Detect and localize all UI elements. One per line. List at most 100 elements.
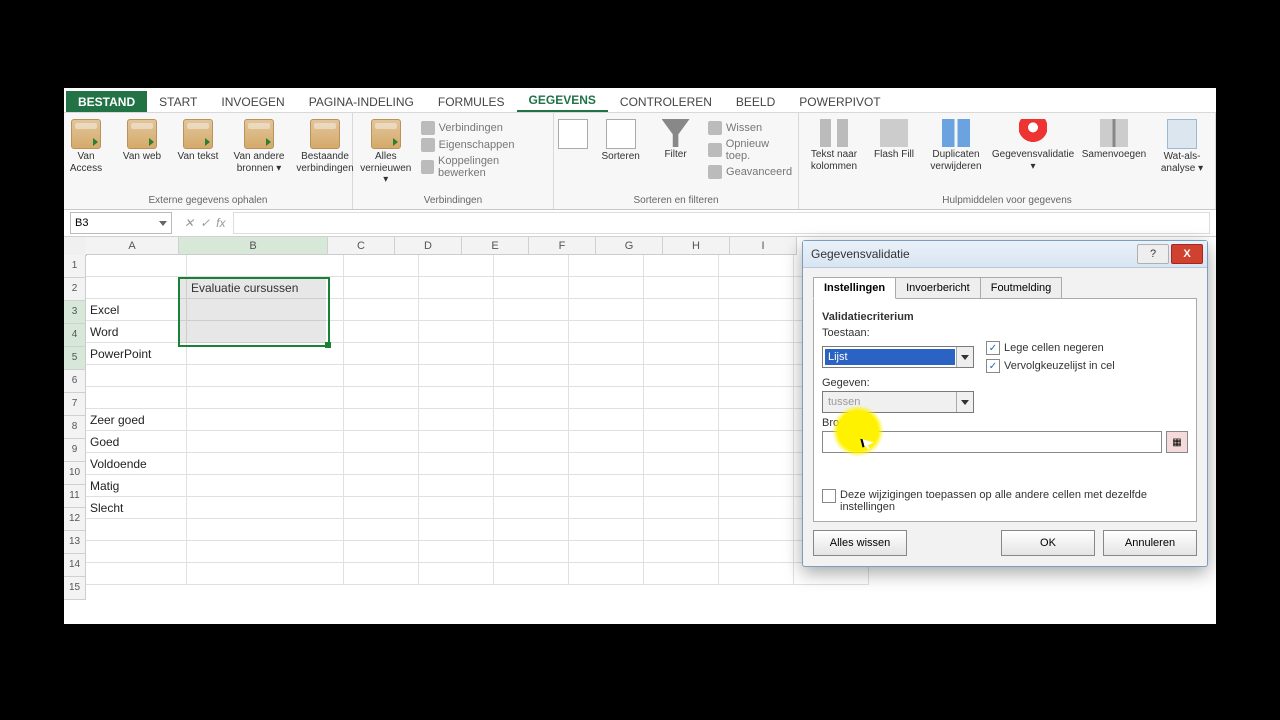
- cell-D13[interactable]: [419, 519, 494, 541]
- combo-toestaan[interactable]: Lijst: [822, 346, 974, 368]
- col-header-D[interactable]: D: [395, 237, 462, 255]
- cell-B13[interactable]: [187, 519, 344, 541]
- btn-van-tekst[interactable]: Van tekst: [171, 117, 225, 165]
- cell-G13[interactable]: [644, 519, 719, 541]
- cell-D11[interactable]: [419, 475, 494, 497]
- cell-H2[interactable]: [719, 277, 794, 299]
- cell-F6[interactable]: [569, 365, 644, 387]
- btn-gegevensvalidatie[interactable]: Gegevensvalidatie ▾: [991, 117, 1075, 174]
- chk-lege-cellen-negeren[interactable]: ✓Lege cellen negeren: [986, 341, 1115, 355]
- cell-C15[interactable]: [344, 563, 419, 585]
- row-header-13[interactable]: 13: [64, 531, 86, 554]
- cell-D14[interactable]: [419, 541, 494, 563]
- btn-wissen[interactable]: Wissen: [708, 121, 795, 135]
- tab-formules[interactable]: FORMULES: [426, 91, 517, 112]
- dlg-tab-foutmelding[interactable]: Foutmelding: [980, 277, 1063, 299]
- cell-B3[interactable]: [187, 299, 344, 321]
- cell-H7[interactable]: [719, 387, 794, 409]
- col-header-C[interactable]: C: [328, 237, 395, 255]
- cell-E1[interactable]: [494, 255, 569, 277]
- cell-E15[interactable]: [494, 563, 569, 585]
- cell-F8[interactable]: [569, 409, 644, 431]
- cell-G1[interactable]: [644, 255, 719, 277]
- tab-start[interactable]: START: [147, 91, 209, 112]
- cell-E3[interactable]: [494, 299, 569, 321]
- cell-D3[interactable]: [419, 299, 494, 321]
- cell-A9[interactable]: Goed: [86, 431, 187, 453]
- cell-D9[interactable]: [419, 431, 494, 453]
- btn-wat-als-analyse[interactable]: Wat-als-analyse ▾: [1153, 117, 1211, 176]
- cell-F2[interactable]: [569, 277, 644, 299]
- row-header-9[interactable]: 9: [64, 439, 86, 462]
- cell-B1[interactable]: [187, 255, 344, 277]
- cell-F7[interactable]: [569, 387, 644, 409]
- cell-A11[interactable]: Matig: [86, 475, 187, 497]
- cell-G6[interactable]: [644, 365, 719, 387]
- row-header-5[interactable]: 5: [64, 347, 86, 370]
- cell-B7[interactable]: [187, 387, 344, 409]
- col-header-G[interactable]: G: [596, 237, 663, 255]
- cell-F13[interactable]: [569, 519, 644, 541]
- cell-B14[interactable]: [187, 541, 344, 563]
- tab-pagina-indeling[interactable]: PAGINA-INDELING: [297, 91, 426, 112]
- cell-H4[interactable]: [719, 321, 794, 343]
- cell-C2[interactable]: [344, 277, 419, 299]
- cell-C3[interactable]: [344, 299, 419, 321]
- tab-file[interactable]: BESTAND: [66, 91, 147, 112]
- btn-geavanceerd[interactable]: Geavanceerd: [708, 165, 795, 179]
- cell-H12[interactable]: [719, 497, 794, 519]
- cell-A1[interactable]: [86, 255, 187, 277]
- btn-ok[interactable]: OK: [1001, 530, 1095, 556]
- cell-F9[interactable]: [569, 431, 644, 453]
- cell-H11[interactable]: [719, 475, 794, 497]
- cell-H3[interactable]: [719, 299, 794, 321]
- row-header-10[interactable]: 10: [64, 462, 86, 485]
- cell-B12[interactable]: [187, 497, 344, 519]
- cell-B15[interactable]: [187, 563, 344, 585]
- cell-D4[interactable]: [419, 321, 494, 343]
- cell-A15[interactable]: [86, 563, 187, 585]
- cell-D2[interactable]: [419, 277, 494, 299]
- cell-H13[interactable]: [719, 519, 794, 541]
- formula-input[interactable]: [233, 212, 1210, 234]
- btn-filter[interactable]: Filter: [649, 117, 702, 163]
- cell-D1[interactable]: [419, 255, 494, 277]
- confirm-icon[interactable]: ✓: [200, 216, 210, 230]
- cell-F1[interactable]: [569, 255, 644, 277]
- cell-C12[interactable]: [344, 497, 419, 519]
- cell-C13[interactable]: [344, 519, 419, 541]
- tab-controleren[interactable]: CONTROLEREN: [608, 91, 724, 112]
- col-header-H[interactable]: H: [663, 237, 730, 255]
- cell-D5[interactable]: [419, 343, 494, 365]
- cell-G15[interactable]: [644, 563, 719, 585]
- cell-G9[interactable]: [644, 431, 719, 453]
- cell-H6[interactable]: [719, 365, 794, 387]
- row-header-4[interactable]: 4: [64, 324, 86, 347]
- btn-samenvoegen[interactable]: Samenvoegen: [1077, 117, 1151, 163]
- btn-sort-az[interactable]: [553, 117, 592, 153]
- cell-C7[interactable]: [344, 387, 419, 409]
- cell-H10[interactable]: [719, 453, 794, 475]
- cell-F11[interactable]: [569, 475, 644, 497]
- dialog-help-button[interactable]: ?: [1137, 244, 1169, 264]
- row-header-7[interactable]: 7: [64, 393, 86, 416]
- cell-C9[interactable]: [344, 431, 419, 453]
- cancel-icon[interactable]: ✕: [184, 216, 194, 230]
- btn-alles-vernieuwen[interactable]: Alles vernieuwen ▾: [357, 117, 415, 188]
- cell-G7[interactable]: [644, 387, 719, 409]
- cell-C5[interactable]: [344, 343, 419, 365]
- cell-H9[interactable]: [719, 431, 794, 453]
- cell-G2[interactable]: [644, 277, 719, 299]
- cell-G10[interactable]: [644, 453, 719, 475]
- cell-D10[interactable]: [419, 453, 494, 475]
- cell-G4[interactable]: [644, 321, 719, 343]
- btn-annuleren[interactable]: Annuleren: [1103, 530, 1197, 556]
- chk-vervolgkeuzelijst[interactable]: ✓Vervolgkeuzelijst in cel: [986, 359, 1115, 373]
- cell-D15[interactable]: [419, 563, 494, 585]
- name-box[interactable]: B3: [70, 212, 172, 234]
- cell-C1[interactable]: [344, 255, 419, 277]
- input-bron[interactable]: [822, 431, 1162, 453]
- cell-G12[interactable]: [644, 497, 719, 519]
- btn-duplicaten-verwijderen[interactable]: Duplicaten verwijderen: [923, 117, 989, 174]
- cell-C11[interactable]: [344, 475, 419, 497]
